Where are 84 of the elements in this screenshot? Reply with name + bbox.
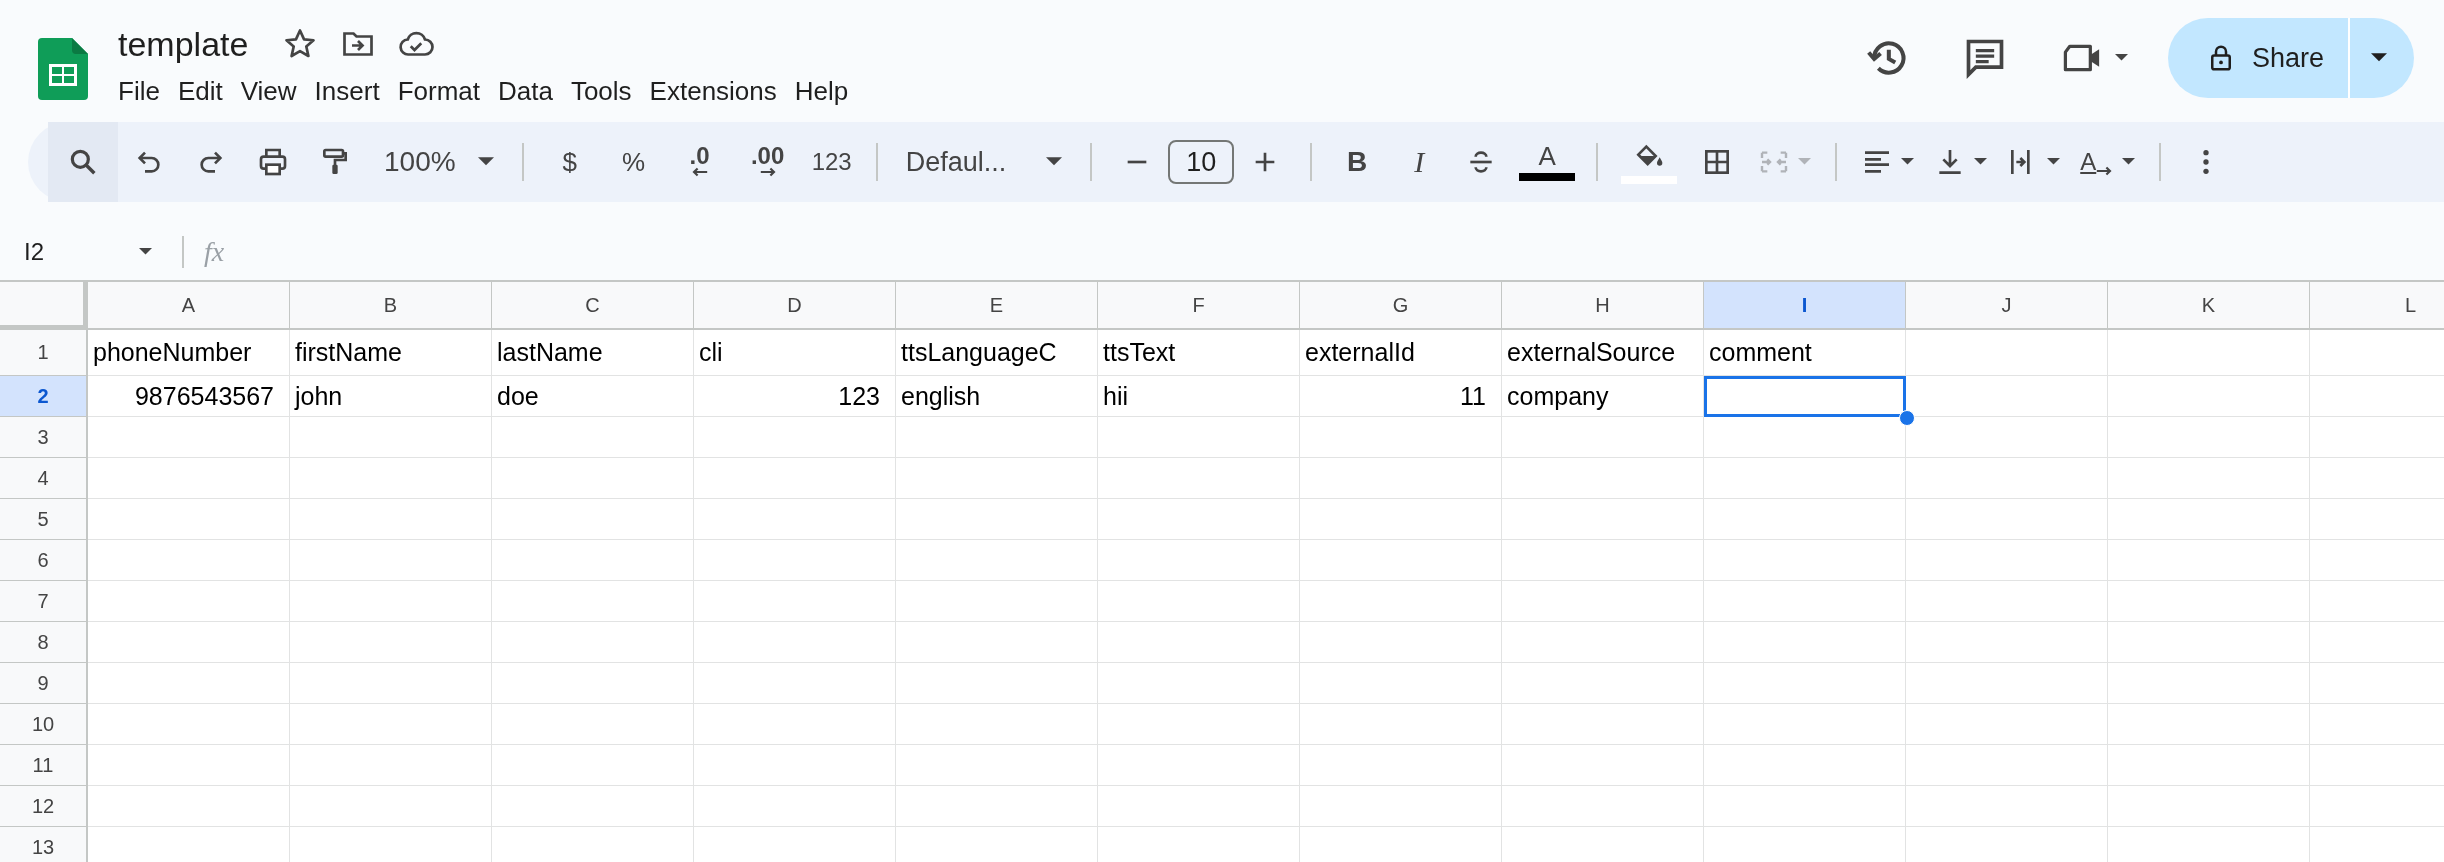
table-cell[interactable]	[1704, 376, 1906, 417]
percent-format-button[interactable]: %	[601, 146, 666, 178]
table-cell[interactable]: english	[896, 376, 1097, 416]
text-rotation-button[interactable]: A	[2080, 147, 2136, 177]
column-header[interactable]: D	[694, 282, 896, 330]
caret-icon	[2122, 158, 2136, 166]
search-button[interactable]	[48, 122, 118, 202]
caret-icon	[1046, 157, 1063, 167]
row-header[interactable]: 9	[0, 663, 88, 704]
font-size-field[interactable]: 10	[1168, 140, 1235, 184]
formula-label: fx	[204, 236, 225, 268]
table-cell[interactable]: cli	[694, 330, 895, 375]
caret-icon	[2371, 53, 2387, 63]
column-header[interactable]: B	[290, 282, 492, 330]
column-header[interactable]: K	[2108, 282, 2310, 330]
bold-button[interactable]: B	[1326, 146, 1389, 178]
menu-item[interactable]: Extensions	[640, 74, 786, 109]
caret-icon	[477, 157, 494, 167]
row-header[interactable]: 7	[0, 581, 88, 622]
fill-handle[interactable]	[1899, 410, 1915, 426]
column-header[interactable]: J	[1906, 282, 2108, 330]
row-header[interactable]: 6	[0, 540, 88, 581]
print-icon[interactable]	[257, 146, 289, 178]
select-all-corner[interactable]	[0, 282, 88, 330]
name-box[interactable]: I2	[0, 238, 162, 266]
font-dropdown[interactable]: Defaul...	[905, 146, 1063, 178]
row-header[interactable]: 8	[0, 622, 88, 663]
column-header[interactable]: G	[1300, 282, 1502, 330]
document-title[interactable]: template	[118, 24, 249, 64]
number-format-button[interactable]: 123	[811, 148, 852, 176]
menu-item[interactable]: Format	[388, 74, 489, 109]
table-cell[interactable]: comment	[1704, 330, 1905, 375]
table-cell[interactable]: 9876543567	[98, 376, 279, 416]
table-cell[interactable]: ttsText	[1098, 330, 1299, 375]
row-header[interactable]: 4	[0, 458, 88, 499]
row-header[interactable]: 12	[0, 786, 88, 827]
column-header[interactable]: E	[896, 282, 1098, 330]
row-header[interactable]: 1	[0, 330, 88, 376]
sheets-logo-icon[interactable]	[38, 38, 88, 100]
menu-item[interactable]: View	[231, 74, 306, 109]
share-options-button[interactable]	[2350, 18, 2414, 98]
column-header[interactable]: F	[1098, 282, 1300, 330]
caret-icon	[139, 248, 152, 256]
caret-icon	[1974, 158, 1988, 166]
caret-icon	[1798, 158, 1812, 166]
row-header[interactable]: 5	[0, 499, 88, 540]
zoom-dropdown[interactable]: 100%	[384, 146, 494, 178]
table-cell[interactable]: firstName	[290, 330, 491, 375]
row-header[interactable]: 10	[0, 704, 88, 745]
menu-item[interactable]: Edit	[168, 74, 232, 109]
increase-decimal-button[interactable]: .00	[733, 146, 802, 178]
decrease-decimal-button[interactable]: .0	[665, 146, 734, 178]
menu-item[interactable]: Insert	[305, 74, 389, 109]
menu-item[interactable]: Tools	[561, 74, 641, 109]
currency-format-button[interactable]: $	[537, 146, 602, 178]
column-header[interactable]: C	[492, 282, 694, 330]
table-cell[interactable]: externalSource	[1502, 330, 1703, 375]
column-header[interactable]: I	[1704, 282, 1906, 330]
table-cell[interactable]: doe	[492, 376, 693, 416]
table-cell[interactable]: company	[1502, 376, 1703, 416]
table-cell[interactable]: phoneNumber	[88, 330, 289, 375]
row-header[interactable]: 3	[0, 417, 88, 458]
row-header[interactable]: 11	[0, 745, 88, 786]
table-cell[interactable]: ttsLanguageC	[896, 330, 1097, 375]
text-color-button[interactable]: A	[1516, 143, 1579, 181]
column-header[interactable]: A	[88, 282, 290, 330]
italic-button[interactable]: I	[1388, 145, 1451, 179]
caret-icon	[1901, 158, 1915, 166]
caret-icon	[2047, 158, 2061, 166]
menu-item[interactable]: Help	[785, 74, 858, 109]
table-cell[interactable]: externalId	[1300, 330, 1501, 375]
menu-item[interactable]: File	[118, 74, 169, 109]
table-cell[interactable]: lastName	[492, 330, 693, 375]
caret-icon	[2114, 54, 2128, 62]
table-cell[interactable]: hii	[1098, 376, 1299, 416]
menu-item[interactable]: Data	[489, 74, 562, 109]
table-cell[interactable]: john	[290, 376, 491, 416]
row-header[interactable]: 2	[0, 376, 88, 417]
share-button[interactable]: Share	[2167, 18, 2350, 98]
row-header[interactable]: 13	[0, 827, 88, 862]
table-cell[interactable]: 123	[704, 376, 885, 416]
column-header[interactable]: L	[2310, 282, 2444, 330]
table-cell[interactable]: 11	[1310, 376, 1491, 416]
column-header[interactable]: H	[1502, 282, 1704, 330]
